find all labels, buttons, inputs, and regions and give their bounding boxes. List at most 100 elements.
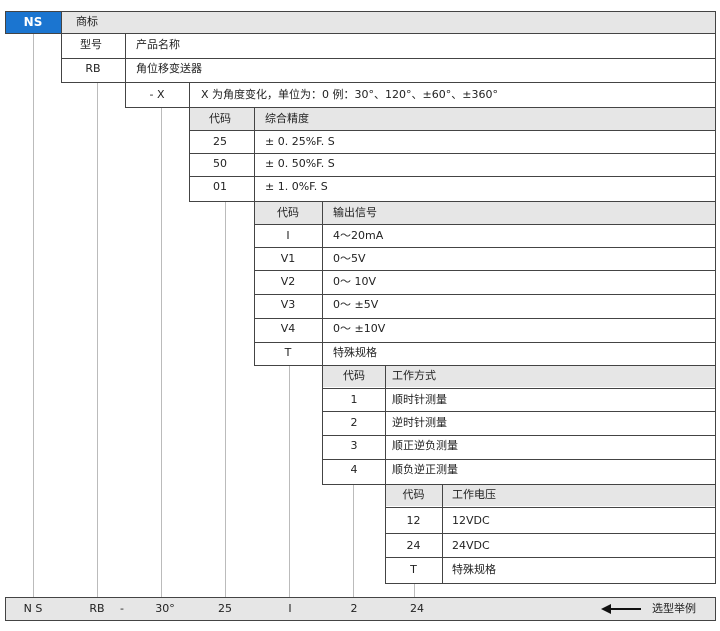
connector-line <box>414 583 415 597</box>
voltage-code: 24 <box>406 539 421 552</box>
brand-header-bg <box>61 11 716 33</box>
output-code: V2 <box>280 275 296 288</box>
rule <box>254 224 716 225</box>
rule <box>323 435 716 436</box>
rule <box>323 459 716 460</box>
rule <box>61 11 62 83</box>
output-header-code: 代码 <box>277 206 299 219</box>
mode-value: 逆时针测量 <box>392 416 447 429</box>
mode-value: 顺时针测量 <box>392 393 447 406</box>
rule <box>189 82 190 202</box>
angle-description: X 为角度变化，单位为：0 例：30°、120°、±60°、±360° <box>201 88 498 101</box>
rule <box>254 270 716 271</box>
example-label: 选型举例 <box>652 602 696 615</box>
rule <box>254 318 716 319</box>
voltage-header-code: 代码 <box>402 488 425 501</box>
voltage-value: 12VDC <box>452 514 490 527</box>
mode-code: 4 <box>350 463 358 476</box>
output-header-bg <box>254 202 716 224</box>
voltage-code: 12 <box>406 514 421 527</box>
output-value: 特殊规格 <box>333 346 377 359</box>
output-value: 0～ ±10V <box>333 322 386 335</box>
product-name-label: 产品名称 <box>136 38 180 51</box>
output-value: 4～20mA <box>333 229 384 242</box>
rule <box>385 557 716 558</box>
rule <box>189 201 716 202</box>
rule <box>125 33 126 108</box>
rule <box>5 11 6 34</box>
accuracy-code: 25 <box>213 135 227 148</box>
rule <box>385 533 716 534</box>
connector-line <box>97 82 98 597</box>
voltage-code: T <box>410 563 417 576</box>
rule <box>254 365 716 366</box>
output-value: 0～ ±5V <box>333 298 379 311</box>
rule <box>442 484 443 584</box>
example-part: - <box>120 602 124 615</box>
output-code: V1 <box>280 252 296 265</box>
product-name: 角位移变送器 <box>136 62 202 75</box>
rule <box>254 294 716 295</box>
accuracy-code: 50 <box>213 157 227 170</box>
voltage-value: 特殊规格 <box>452 563 496 576</box>
rule <box>385 583 716 584</box>
output-code: V4 <box>280 322 296 335</box>
connector-line <box>225 201 226 597</box>
example-part: I <box>288 602 292 615</box>
rule <box>385 365 386 584</box>
mode-header-name: 工作方式 <box>392 369 436 382</box>
rule <box>322 201 323 485</box>
brand-label: 商标 <box>76 15 98 28</box>
connector-line <box>353 485 354 597</box>
mode-code: 2 <box>350 416 358 429</box>
mode-code: 3 <box>350 439 358 452</box>
example-part: 25 <box>218 602 232 615</box>
output-value: 0～5V <box>333 252 366 265</box>
rule <box>5 33 716 34</box>
accuracy-value: ± 1. 0%F. S <box>265 180 328 193</box>
connector-line <box>289 366 290 597</box>
voltage-value: 24VDC <box>452 539 490 552</box>
rule <box>189 153 716 154</box>
accuracy-header-name: 综合精度 <box>265 112 309 125</box>
accuracy-header-code: 代码 <box>209 112 231 125</box>
connector-line <box>161 107 162 597</box>
rule <box>5 620 716 621</box>
mode-header-code: 代码 <box>343 369 365 382</box>
left-arrow-icon <box>601 604 641 614</box>
voltage-header-name: 工作电压 <box>452 488 496 501</box>
rule <box>385 507 716 508</box>
brand-code-badge: NS <box>5 11 61 33</box>
output-code: V3 <box>280 298 296 311</box>
output-value: 0～ 10V <box>333 275 377 288</box>
rule <box>189 130 716 131</box>
rule <box>5 597 6 621</box>
rule <box>189 176 716 177</box>
output-code: I <box>286 229 290 242</box>
example-part: N S <box>23 602 43 615</box>
model-label: 型号 <box>80 38 102 51</box>
product-code: RB <box>85 62 101 75</box>
rule <box>323 411 716 412</box>
mode-code: 1 <box>350 393 358 406</box>
output-code: T <box>284 346 292 359</box>
rule <box>715 597 716 621</box>
accuracy-value: ± 0. 50%F. S <box>265 157 335 170</box>
example-part: 2 <box>350 602 358 615</box>
example-part: 30° <box>155 602 175 615</box>
mode-value: 顺负逆正测量 <box>392 463 458 476</box>
example-part: 24 <box>410 602 424 615</box>
rule <box>323 388 716 389</box>
rule <box>125 107 716 108</box>
rule <box>254 107 255 366</box>
rule <box>254 342 716 343</box>
rule <box>715 11 716 584</box>
accuracy-code: 01 <box>213 180 227 193</box>
rule <box>323 484 716 485</box>
rule <box>5 11 716 12</box>
rule <box>61 82 716 83</box>
rule <box>5 597 716 598</box>
angle-code: - X <box>149 88 165 101</box>
accuracy-value: ± 0. 25%F. S <box>265 135 335 148</box>
mode-value: 顺正逆负测量 <box>392 439 458 452</box>
